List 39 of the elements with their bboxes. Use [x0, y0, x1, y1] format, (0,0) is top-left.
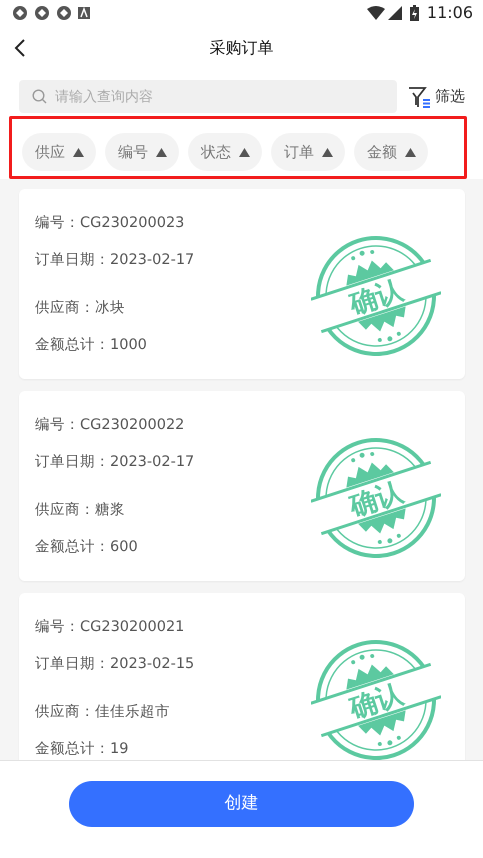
sort-arrow-icon [156, 148, 167, 156]
clock-text: 11:06 [426, 2, 473, 24]
wifi-icon [366, 6, 385, 20]
signal-icon [388, 6, 402, 20]
create-button[interactable]: 创建 [69, 781, 414, 827]
app-notification-icon [56, 5, 72, 21]
order-supplier: 供应商：糖浆 [35, 500, 126, 520]
sort-chip[interactable]: 供应 [22, 133, 96, 171]
order-card[interactable]: 编号：CG230200021 订单日期：2023-02-15 供应商：佳佳乐超市 金额总计：19 确认 [19, 593, 465, 760]
sort-arrow-icon [73, 148, 84, 156]
order-date: 订单日期：2023-02-17 [35, 251, 196, 270]
app-notification-icon [34, 5, 50, 21]
order-date: 订单日期：2023-02-15 [35, 655, 196, 674]
order-date: 订单日期：2023-02-17 [35, 453, 196, 472]
back-icon[interactable] [14, 38, 26, 58]
search-field[interactable]: 请输入查询内容 [19, 80, 397, 113]
sort-arrow-icon [405, 148, 416, 156]
page-title: 采购订单 [210, 37, 274, 59]
order-total: 金额总计：1000 [35, 336, 148, 355]
filter-button[interactable]: 筛选 [407, 84, 465, 108]
sort-chip[interactable]: 编号 [105, 133, 179, 171]
order-number: 编号：CG230200021 [35, 618, 186, 637]
order-total: 金额总计：600 [35, 538, 139, 557]
sort-chip[interactable]: 订单 [271, 133, 345, 171]
order-supplier: 供应商：冰块 [35, 298, 126, 318]
sort-chip[interactable]: 金额 [354, 133, 428, 171]
app-notification-icon [12, 5, 28, 21]
order-number: 编号：CG230200023 [35, 214, 186, 233]
filter-icon [407, 84, 431, 108]
order-total: 金额总计：19 [35, 740, 130, 759]
order-supplier: 供应商：佳佳乐超市 [35, 702, 171, 722]
battery-icon [410, 5, 419, 21]
order-card[interactable]: 编号：CG230200023 订单日期：2023-02-17 供应商：冰块 金额总计：1000 确认 [19, 189, 465, 379]
order-card[interactable]: 编号：CG230200022 订单日期：2023-02-17 供应商：糖浆 金额总计：600 确认 [19, 391, 465, 581]
sort-arrow-icon [239, 148, 250, 156]
sort-chip[interactable]: 状态 [188, 133, 262, 171]
app-notification-icon [78, 7, 90, 19]
order-number: 编号：CG230200022 [35, 416, 186, 435]
sort-arrow-icon [322, 148, 333, 156]
